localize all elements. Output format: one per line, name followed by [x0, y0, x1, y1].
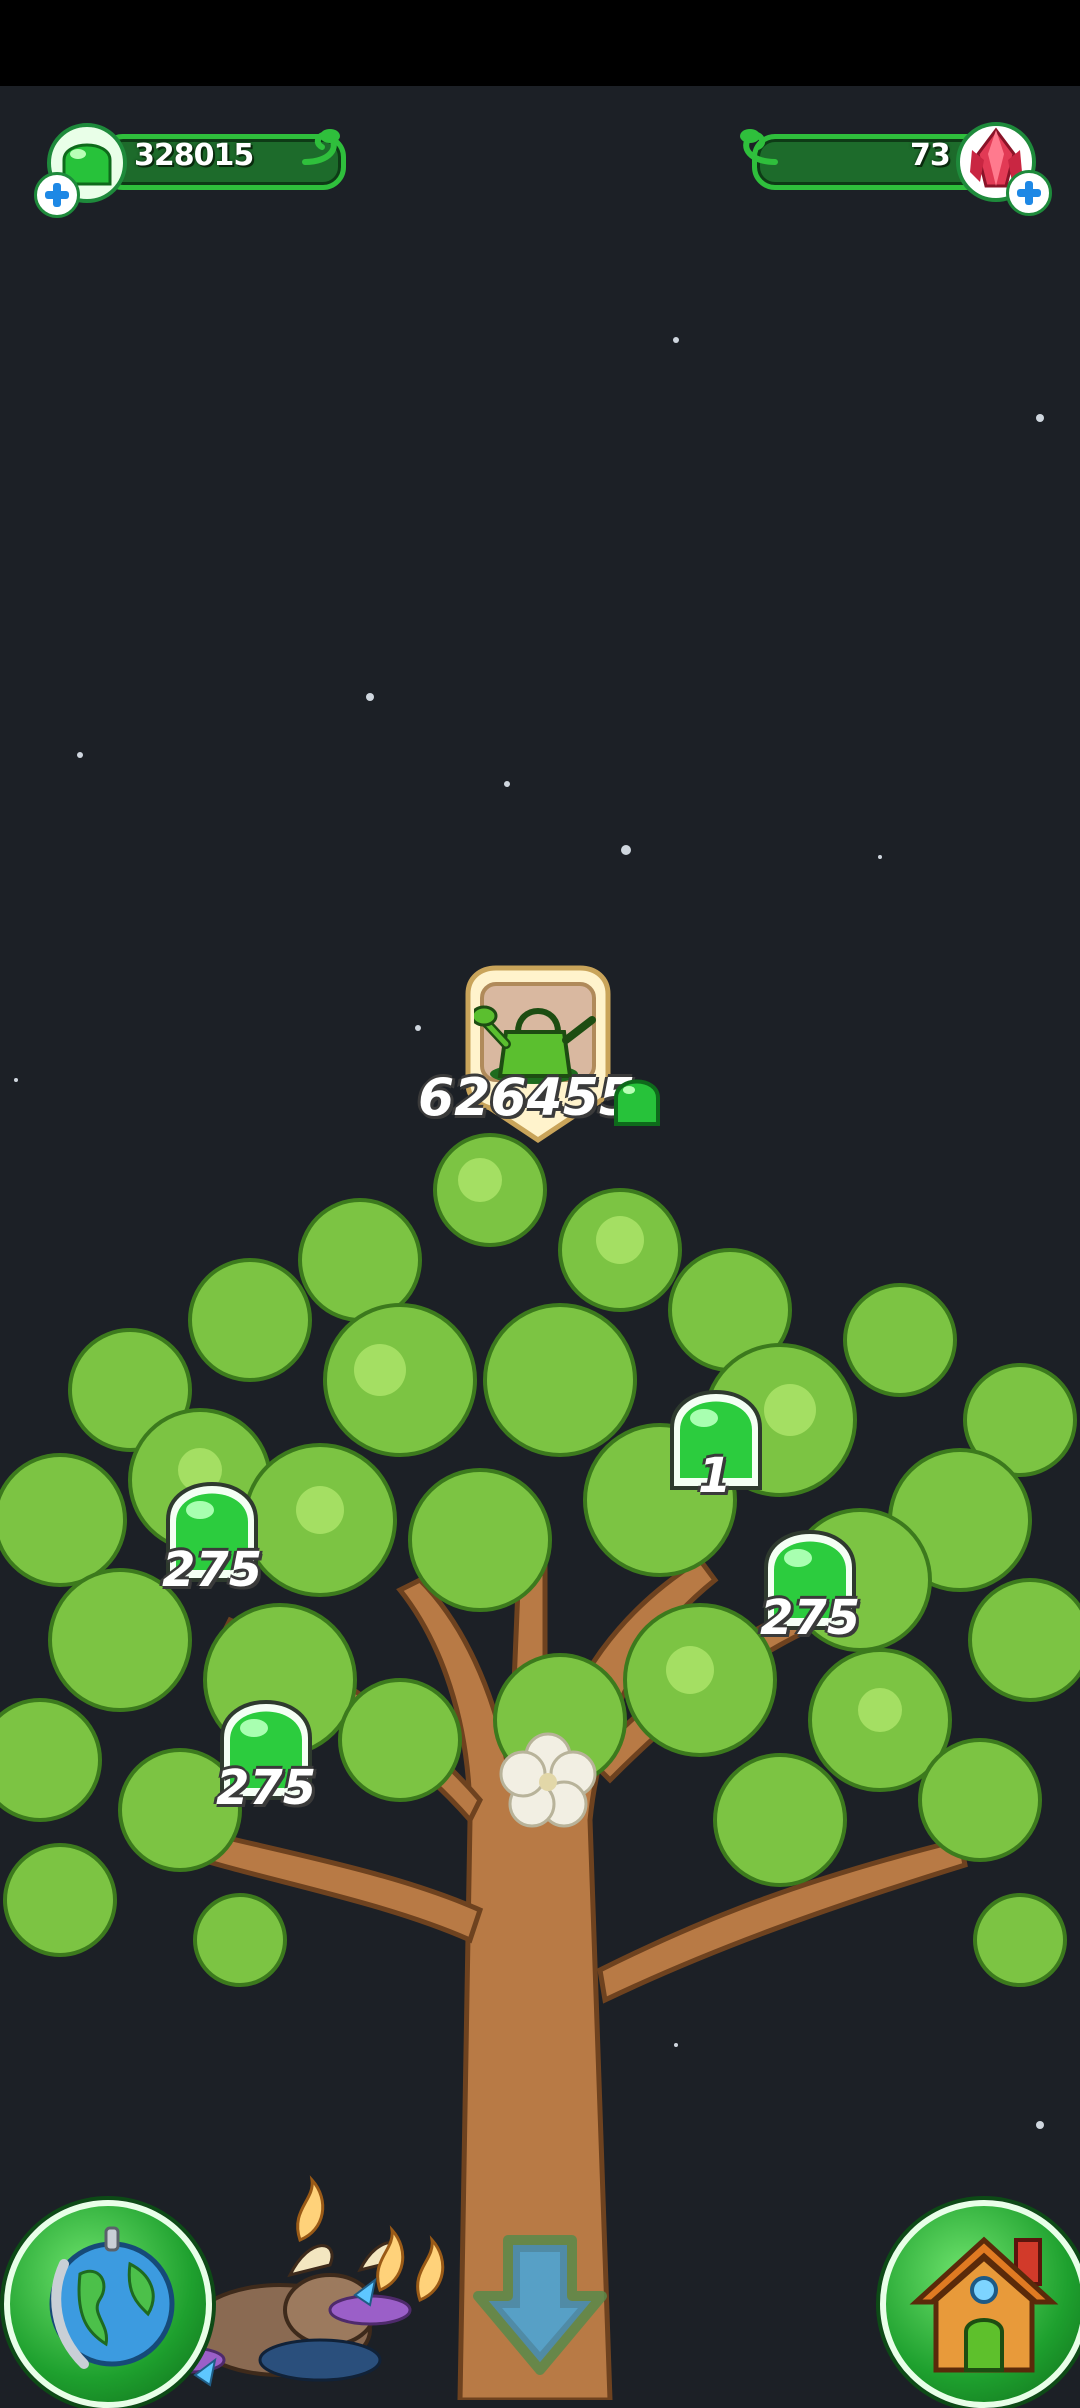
tree-illustration	[0, 1133, 1080, 2400]
gem-drop-value: 275	[216, 1760, 317, 1816]
house-button[interactable]	[880, 2200, 1080, 2408]
green-gem-icon	[614, 1079, 660, 1126]
house-icon	[909, 2236, 1059, 2373]
globe-icon	[49, 2226, 175, 2369]
add-gems-button[interactable]	[34, 172, 80, 218]
gem-count: 328015	[134, 138, 254, 173]
vine-ornament-icon	[740, 129, 778, 165]
watering-cost: 626455	[418, 1068, 636, 1128]
gem-drop-value: 275	[760, 1590, 861, 1646]
globe-button[interactable]	[4, 2200, 212, 2408]
gem-drop-value: 1	[698, 1448, 732, 1504]
down-arrow-icon[interactable]	[468, 2230, 612, 2380]
gem-drop-value: 275	[162, 1542, 263, 1598]
crystal-count: 73	[910, 138, 951, 173]
vine-ornament-icon	[302, 129, 340, 165]
add-crystals-button[interactable]	[1006, 170, 1052, 216]
